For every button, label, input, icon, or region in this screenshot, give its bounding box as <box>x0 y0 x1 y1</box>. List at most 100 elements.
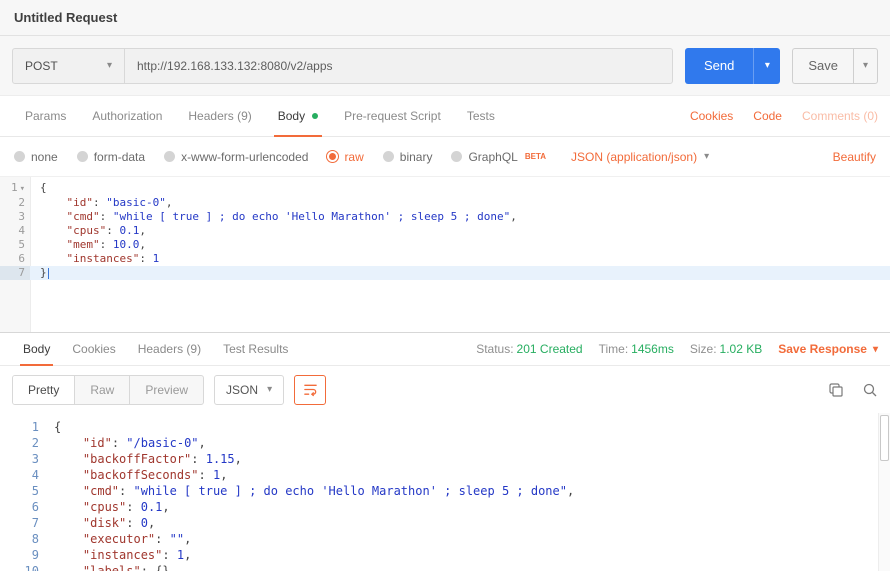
body-type-label: form-data <box>94 150 145 164</box>
response-tab-body[interactable]: Body <box>12 333 61 365</box>
code-line: 2 "id": "basic-0", <box>0 196 890 210</box>
chevron-down-icon: ▾ <box>107 60 112 71</box>
code-line: 7 "disk": 0, <box>0 515 890 531</box>
scrollbar-thumb[interactable] <box>880 415 889 461</box>
tab-body-label: Body <box>278 109 305 123</box>
body-type-form-data[interactable]: form-data <box>77 150 145 164</box>
code-line: 1{ <box>0 181 890 196</box>
send-dropdown-button[interactable]: ▾ <box>753 48 780 84</box>
beautify-link[interactable]: Beautify <box>833 150 876 164</box>
body-type-label: raw <box>344 150 363 164</box>
line-number: 2 <box>0 435 44 451</box>
url-input[interactable] <box>125 49 672 83</box>
code-text: "id": "basic-0", <box>30 196 890 210</box>
cookies-link[interactable]: Cookies <box>690 109 733 123</box>
scrollbar[interactable] <box>878 413 890 571</box>
response-tabs: Body Cookies Headers (9) Test Results St… <box>0 333 890 366</box>
response-tab-cookies[interactable]: Cookies <box>61 333 126 365</box>
tab-body[interactable]: Body <box>265 96 331 136</box>
save-response-button[interactable]: Save Response ▾ <box>778 342 878 356</box>
code-text: "labels": {}, <box>44 563 890 571</box>
response-tab-test-results[interactable]: Test Results <box>212 333 299 365</box>
line-number: 4 <box>0 467 44 483</box>
tab-authorization[interactable]: Authorization <box>79 96 175 136</box>
search-icon[interactable] <box>862 382 878 398</box>
code-text: "instances": 1 <box>30 252 890 266</box>
content-type-label: JSON (application/json) <box>571 150 697 164</box>
code-text: { <box>30 181 890 196</box>
code-text: "cpus": 0.1, <box>44 499 890 515</box>
code-text: "cmd": "while [ true ] ; do echo 'Hello … <box>44 483 890 499</box>
response-format-dropdown[interactable]: JSON ▾ <box>214 375 284 405</box>
send-button[interactable]: Send <box>685 48 753 84</box>
code-text: "backoffFactor": 1.15, <box>44 451 890 467</box>
view-pretty-button[interactable]: Pretty <box>13 376 75 404</box>
content-type-dropdown[interactable]: JSON (application/json) ▾ <box>571 150 709 164</box>
save-button[interactable]: Save <box>792 48 853 84</box>
radio-icon <box>164 151 175 162</box>
size-badge: Size:1.02 KB <box>690 342 762 356</box>
code-text: "id": "/basic-0", <box>44 435 890 451</box>
code-link[interactable]: Code <box>753 109 782 123</box>
view-preview-button[interactable]: Preview <box>130 376 203 404</box>
body-type-urlencoded[interactable]: x-www-form-urlencoded <box>164 150 308 164</box>
response-toolbar-right <box>828 382 878 398</box>
status-badge: Status:201 Created <box>476 342 582 356</box>
body-type-label: x-www-form-urlencoded <box>181 150 308 164</box>
line-number: 6 <box>0 499 44 515</box>
save-dropdown-button[interactable]: ▾ <box>853 48 878 84</box>
request-body-editor[interactable]: 1{2 "id": "basic-0",3 "cmd": "while [ tr… <box>0 177 890 333</box>
radio-selected-icon <box>327 151 338 162</box>
response-format-label: JSON <box>226 383 258 397</box>
line-number: 7 <box>0 266 30 280</box>
code-line: 9 "instances": 1, <box>0 547 890 563</box>
chevron-down-icon: ▾ <box>267 384 272 395</box>
method-dropdown[interactable]: POST ▾ <box>13 49 125 83</box>
code-line: 10 "labels": {}, <box>0 563 890 571</box>
body-type-graphql[interactable]: GraphQL BETA <box>451 150 546 164</box>
copy-icon[interactable] <box>828 382 844 398</box>
url-group: POST ▾ <box>12 48 673 84</box>
code-line: 5 "cmd": "while [ true ] ; do echo 'Hell… <box>0 483 890 499</box>
tab-params[interactable]: Params <box>12 96 79 136</box>
response-body-viewer[interactable]: 1{2 "id": "/basic-0",3 "backoffFactor": … <box>0 413 890 571</box>
code-text: "mem": 10.0, <box>30 238 890 252</box>
code-line: 1{ <box>0 419 890 435</box>
response-tab-headers[interactable]: Headers (9) <box>127 333 212 365</box>
radio-icon <box>451 151 462 162</box>
radio-icon <box>14 151 25 162</box>
tab-headers[interactable]: Headers (9) <box>175 96 264 136</box>
request-bar: POST ▾ Send ▾ Save ▾ <box>0 36 890 96</box>
code-text: "backoffSeconds": 1, <box>44 467 890 483</box>
line-number: 7 <box>0 515 44 531</box>
code-text: "cpus": 0.1, <box>30 224 890 238</box>
body-type-binary[interactable]: binary <box>383 150 433 164</box>
body-type-none[interactable]: none <box>14 150 58 164</box>
beta-badge: BETA <box>525 152 546 161</box>
code-line: 6 "instances": 1 <box>0 252 890 266</box>
code-line: 6 "cpus": 0.1, <box>0 499 890 515</box>
line-number: 9 <box>0 547 44 563</box>
comments-link[interactable]: Comments (0) <box>802 109 878 123</box>
chevron-down-icon: ▾ <box>873 344 878 355</box>
line-number: 10 <box>0 563 44 571</box>
radio-icon <box>77 151 88 162</box>
tab-tests[interactable]: Tests <box>454 96 508 136</box>
code-text: "disk": 0, <box>44 515 890 531</box>
send-button-group: Send ▾ <box>685 48 780 84</box>
tab-pre-request-script[interactable]: Pre-request Script <box>331 96 454 136</box>
title-bar: Untitled Request <box>0 0 890 36</box>
line-number: 4 <box>0 224 30 238</box>
line-number: 6 <box>0 252 30 266</box>
line-number: 2 <box>0 196 30 210</box>
body-type-raw[interactable]: raw <box>327 150 363 164</box>
view-raw-button[interactable]: Raw <box>75 376 130 404</box>
code-line: 2 "id": "/basic-0", <box>0 435 890 451</box>
code-text: } <box>30 266 890 280</box>
body-type-label: GraphQL <box>468 150 517 164</box>
time-badge: Time:1456ms <box>599 342 674 356</box>
body-type-bar: none form-data x-www-form-urlencoded raw… <box>0 137 890 177</box>
wrap-text-button[interactable] <box>294 375 326 405</box>
radio-icon <box>383 151 394 162</box>
method-label: POST <box>25 59 58 73</box>
